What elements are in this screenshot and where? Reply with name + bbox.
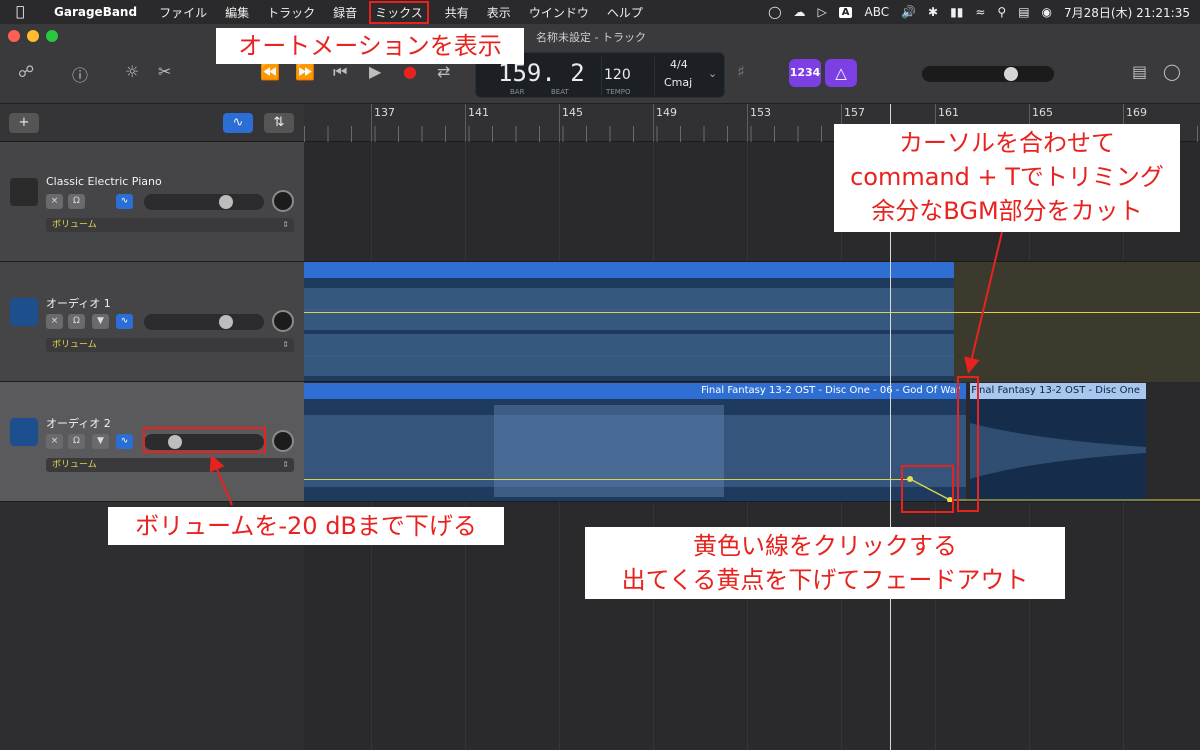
arrow-to-volume-slider bbox=[209, 454, 233, 506]
arrow-to-trim-point bbox=[964, 231, 1003, 374]
annotation-arrows bbox=[209, 231, 1003, 506]
garageband-screen:  GarageBand ファイル 編集 トラック 録音 ミックス 共有 表示 … bbox=[0, 0, 1200, 750]
